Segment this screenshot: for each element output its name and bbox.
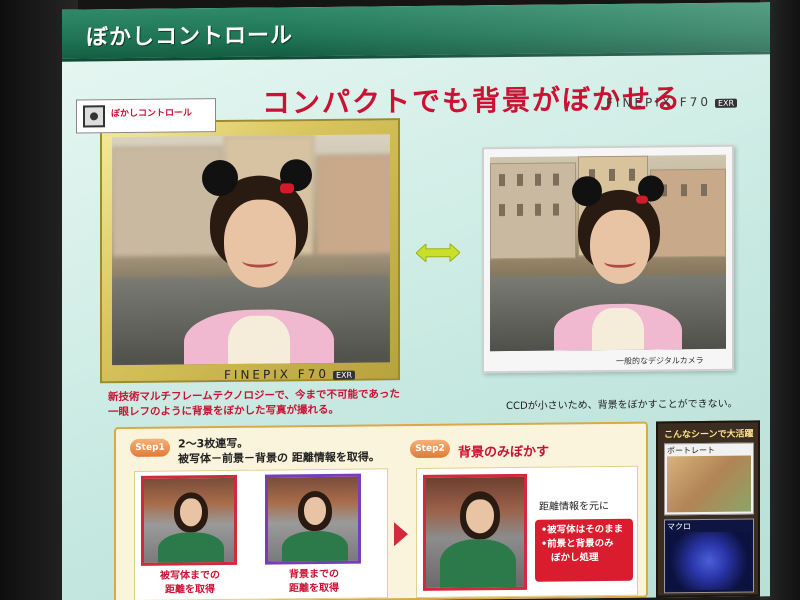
step2-subtitle: 距離情報を元に <box>539 500 609 513</box>
step-arrow-icon <box>394 522 408 547</box>
comparison-description: CCDが小さいため、背景をぼかすことができない。 <box>506 398 738 413</box>
portrait-scene-image <box>667 455 751 513</box>
macro-scene-card: マクロ <box>664 518 754 594</box>
person-shirt <box>158 532 224 566</box>
slide-header-bar: ぼかしコントロール <box>62 2 770 62</box>
step2-title: 背景のみぼかす <box>458 444 550 461</box>
person-face <box>224 199 296 289</box>
building-window <box>517 173 523 186</box>
blurred-background-photo <box>112 134 390 366</box>
building-window <box>701 183 707 197</box>
person-inner-shirt <box>228 315 290 366</box>
background-distance-thumb <box>265 473 361 565</box>
brand-logo-left: FINEPIX F70 EXR <box>224 366 356 383</box>
ribbon-bow <box>636 195 648 204</box>
brand-badge: EXR <box>714 98 738 108</box>
building-window <box>517 203 523 216</box>
caption-line: 背景までの <box>289 568 339 581</box>
step1-badge: Step1 <box>130 438 170 457</box>
header-shine <box>282 2 770 60</box>
callout-line: ぼかし処理 <box>551 552 599 564</box>
presentation-slide: ぼかしコントロール コンパクトでも背景がぼかせる FINEPIX F70EXR <box>62 2 770 600</box>
person-face <box>590 209 650 285</box>
subject-distance-thumb <box>141 474 237 566</box>
building-window <box>499 204 505 217</box>
result-thumb <box>423 473 527 591</box>
portrait-scene-card: ポートレート <box>664 442 754 516</box>
feature-description: 新技術マルチフレームテクノロジーで、今まで不可能であった 一眼レフのように背景を… <box>108 387 428 420</box>
building-window <box>535 173 541 186</box>
mode-label-text: ぼかしコントロール <box>111 108 193 120</box>
scene-panel-title: こんなシーンで大活躍 <box>664 429 754 441</box>
photo-person <box>550 175 684 352</box>
building-window <box>499 174 505 187</box>
double-arrow-icon <box>416 243 460 262</box>
step1-text: 2～3枚連写。 被写体－前景－背景の 距離情報を取得。 <box>178 434 380 466</box>
thumb-caption: 被写体までの 距離を取得 <box>145 569 235 598</box>
callout-line: •被写体はそのまま <box>541 523 624 536</box>
brand-name: FINEPIX F70 <box>224 366 329 383</box>
callout-line: •前景と背景のみ <box>541 537 614 550</box>
person-face <box>304 496 326 526</box>
thumb-caption: 背景までの 距離を取得 <box>269 568 359 597</box>
mode-label-tag: ぼかしコントロール <box>76 98 216 134</box>
camera-icon <box>83 105 105 128</box>
macro-flower-image <box>667 531 751 591</box>
person-face <box>180 498 202 527</box>
brand-badge: EXR <box>332 370 356 380</box>
person-face <box>466 499 494 534</box>
step2-badge: Step2 <box>410 439 450 459</box>
photo-caption: 一般的なデジタルカメラ <box>616 355 704 366</box>
scene-panel: こんなシーンで大活躍 ポートレート マクロ <box>656 420 760 598</box>
slide-title: ぼかしコントロール <box>86 23 294 51</box>
mouse-ear-left <box>202 159 238 197</box>
scene-label: ポートレート <box>667 445 715 456</box>
person-inner-shirt <box>592 307 644 352</box>
sharp-photo-frame: 一般的なデジタルカメラ <box>482 144 734 374</box>
processing-callout: •被写体はそのまま •前景と背景のみ ぼかし処理 <box>535 518 633 582</box>
photo-person <box>176 159 336 366</box>
brand-logo-top: FINEPIX F70 EXR <box>606 94 738 111</box>
description-line: 一眼レフのように背景をぼかした写真が撮れる。 <box>108 403 339 419</box>
scene-label: マクロ <box>667 522 691 532</box>
step1-line: 被写体－前景－背景の 距離情報を取得。 <box>178 450 380 466</box>
brand-name: FINEPIX F70 <box>606 94 711 111</box>
step1-image-box: 被写体までの 距離を取得 背景までの 距離を取得 <box>134 468 388 600</box>
person-shirt <box>440 538 516 590</box>
sharp-background-photo <box>490 154 726 352</box>
caption-line: 距離を取得 <box>165 584 215 596</box>
caption-line: 被写体までの <box>160 570 220 582</box>
building-window <box>535 203 541 216</box>
step2-image-box: 距離情報を元に •被写体はそのまま •前景と背景のみ ぼかし処理 <box>416 465 638 598</box>
mouse-ear-left <box>572 176 602 207</box>
caption-line: 距離を取得 <box>289 582 339 595</box>
blurred-photo-frame: ぼかしコントロール FINEPIX F70 EXR <box>76 98 400 384</box>
steps-panel: Step1 2～3枚連写。 被写体－前景－背景の 距離情報を取得。 Step2 … <box>114 421 648 600</box>
person-shirt <box>282 530 348 565</box>
ribbon-bow <box>280 183 294 194</box>
